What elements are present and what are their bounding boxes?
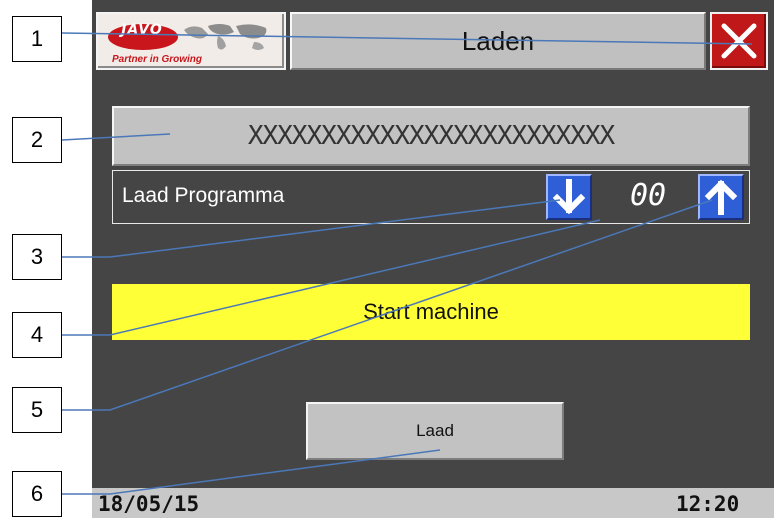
status-time: 12:20 [676,492,740,516]
callout-6: 6 [12,471,62,517]
program-number-display[interactable]: 00 [604,176,692,216]
page-title: Laden [290,12,706,70]
world-map-icon [184,24,267,50]
callout-4: 4 [12,312,62,358]
close-icon [721,23,757,59]
program-name-field[interactable]: XXXXXXXXXXXXXXXXXXXXXXXXX [112,106,750,166]
program-label: Laad Programma [122,184,285,207]
callout-2: 2 [12,117,62,163]
callout-5: 5 [12,387,62,433]
arrow-up-icon [704,179,738,215]
logo-tagline: Partner in Growing [112,54,203,65]
callout-3: 3 [12,234,62,280]
logo-word: JAVO [121,22,163,38]
start-machine-banner: Start machine [112,284,750,340]
close-button[interactable] [710,12,768,70]
program-up-button[interactable] [698,174,744,220]
load-button[interactable]: Laad [306,402,564,460]
status-date: 18/05/15 [98,492,200,516]
arrow-down-icon [552,179,586,215]
callout-1: 1 [12,16,62,62]
javo-logo: JAVO Partner in Growing [96,12,286,70]
program-down-button[interactable] [546,174,592,220]
